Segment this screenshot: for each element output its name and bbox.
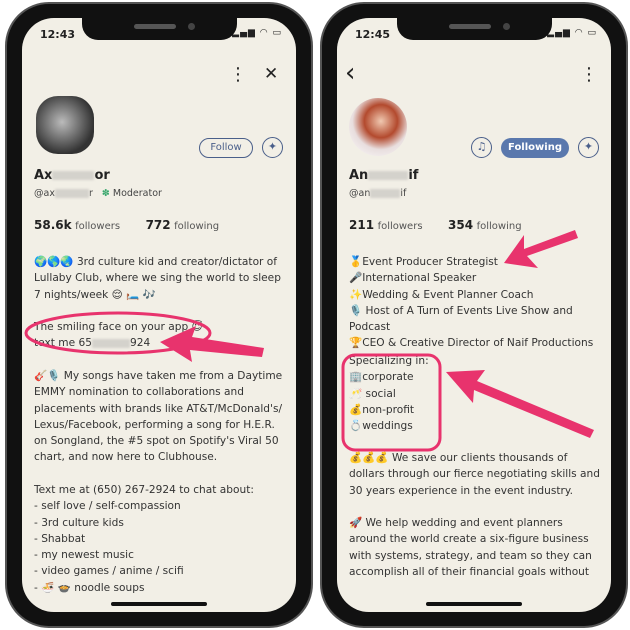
bio-paragraph: Specializing in: 🏢corporate 🥂 social 💰no…	[349, 355, 429, 433]
bio-paragraph: Text me at (650) 267-2924 to chat about:…	[34, 484, 254, 594]
home-indicator	[111, 602, 207, 606]
right-profile-screen: 12:45 ▂▄▆ ◠ ▭ ‹ ⋮ ♫ Following ✦ An if @an…	[337, 18, 611, 612]
back-icon[interactable]: ‹	[345, 58, 355, 88]
follow-button[interactable]: Follow	[199, 138, 253, 158]
follow-stats: 211 followers 354 following	[349, 218, 522, 232]
more-options-icon[interactable]: ⋮	[580, 64, 598, 85]
avatar[interactable]	[349, 98, 407, 156]
sparkle-icon[interactable]: ✦	[262, 137, 283, 158]
redaction	[368, 171, 409, 180]
home-indicator	[426, 602, 522, 606]
redaction	[91, 338, 130, 348]
status-icons: ▂▄▆ ◠ ▭	[547, 28, 597, 38]
moderator-icon: ✽	[101, 188, 110, 199]
left-phone: 12:43 ▂▄▆ ◠ ▭ ⋮ ✕ Follow ✦ Ax or @ax r ✽ M…	[5, 2, 313, 628]
redaction	[52, 171, 95, 180]
profile-handle: @an if	[349, 188, 407, 199]
avatar[interactable]	[36, 96, 94, 154]
bio-paragraph: The smiling face on your app 😇 text me 65…	[34, 321, 203, 350]
sparkle-icon[interactable]: ✦	[578, 137, 599, 158]
left-profile-screen: 12:43 ▂▄▆ ◠ ▭ ⋮ ✕ Follow ✦ Ax or @ax r ✽ M…	[22, 18, 296, 612]
notification-bell-icon[interactable]: ♫	[471, 137, 492, 158]
profile-name: Ax or	[34, 168, 110, 183]
more-options-icon[interactable]: ⋮	[229, 64, 247, 85]
profile-handle: @ax r ✽ Moderator	[34, 188, 162, 199]
following-stat[interactable]: 354 following	[448, 218, 522, 232]
right-phone: 12:45 ▂▄▆ ◠ ▭ ‹ ⋮ ♫ Following ✦ An if @an…	[320, 2, 628, 628]
follow-stats: 58.6k followers 772 following	[34, 218, 219, 232]
redaction	[370, 189, 401, 198]
notch	[82, 18, 237, 40]
following-button[interactable]: Following	[501, 138, 569, 158]
bio-paragraph: 💰💰💰 We save our clients thousands of dol…	[349, 452, 600, 497]
followers-stat[interactable]: 211 followers	[349, 218, 423, 232]
status-time: 12:45	[355, 28, 391, 41]
bio-paragraph: 🎸🎙️ My songs have taken me from a Daytim…	[34, 370, 283, 464]
notch	[397, 18, 552, 40]
profile-name: An if	[349, 168, 419, 183]
bio-paragraph: 🌍🌎🌏 3rd culture kid and creator/dictator…	[34, 256, 281, 301]
redaction	[54, 189, 89, 198]
bio-paragraph: 🥇Event Producer Strategist 🎤Internationa…	[349, 256, 594, 350]
followers-stat[interactable]: 58.6k followers	[34, 218, 120, 232]
bio-paragraph: 🚀 We help wedding and event planners aro…	[349, 517, 592, 578]
close-icon[interactable]: ✕	[264, 64, 278, 84]
following-stat[interactable]: 772 following	[146, 218, 220, 232]
status-icons: ▂▄▆ ◠ ▭	[232, 28, 282, 38]
status-time: 12:43	[40, 28, 76, 41]
